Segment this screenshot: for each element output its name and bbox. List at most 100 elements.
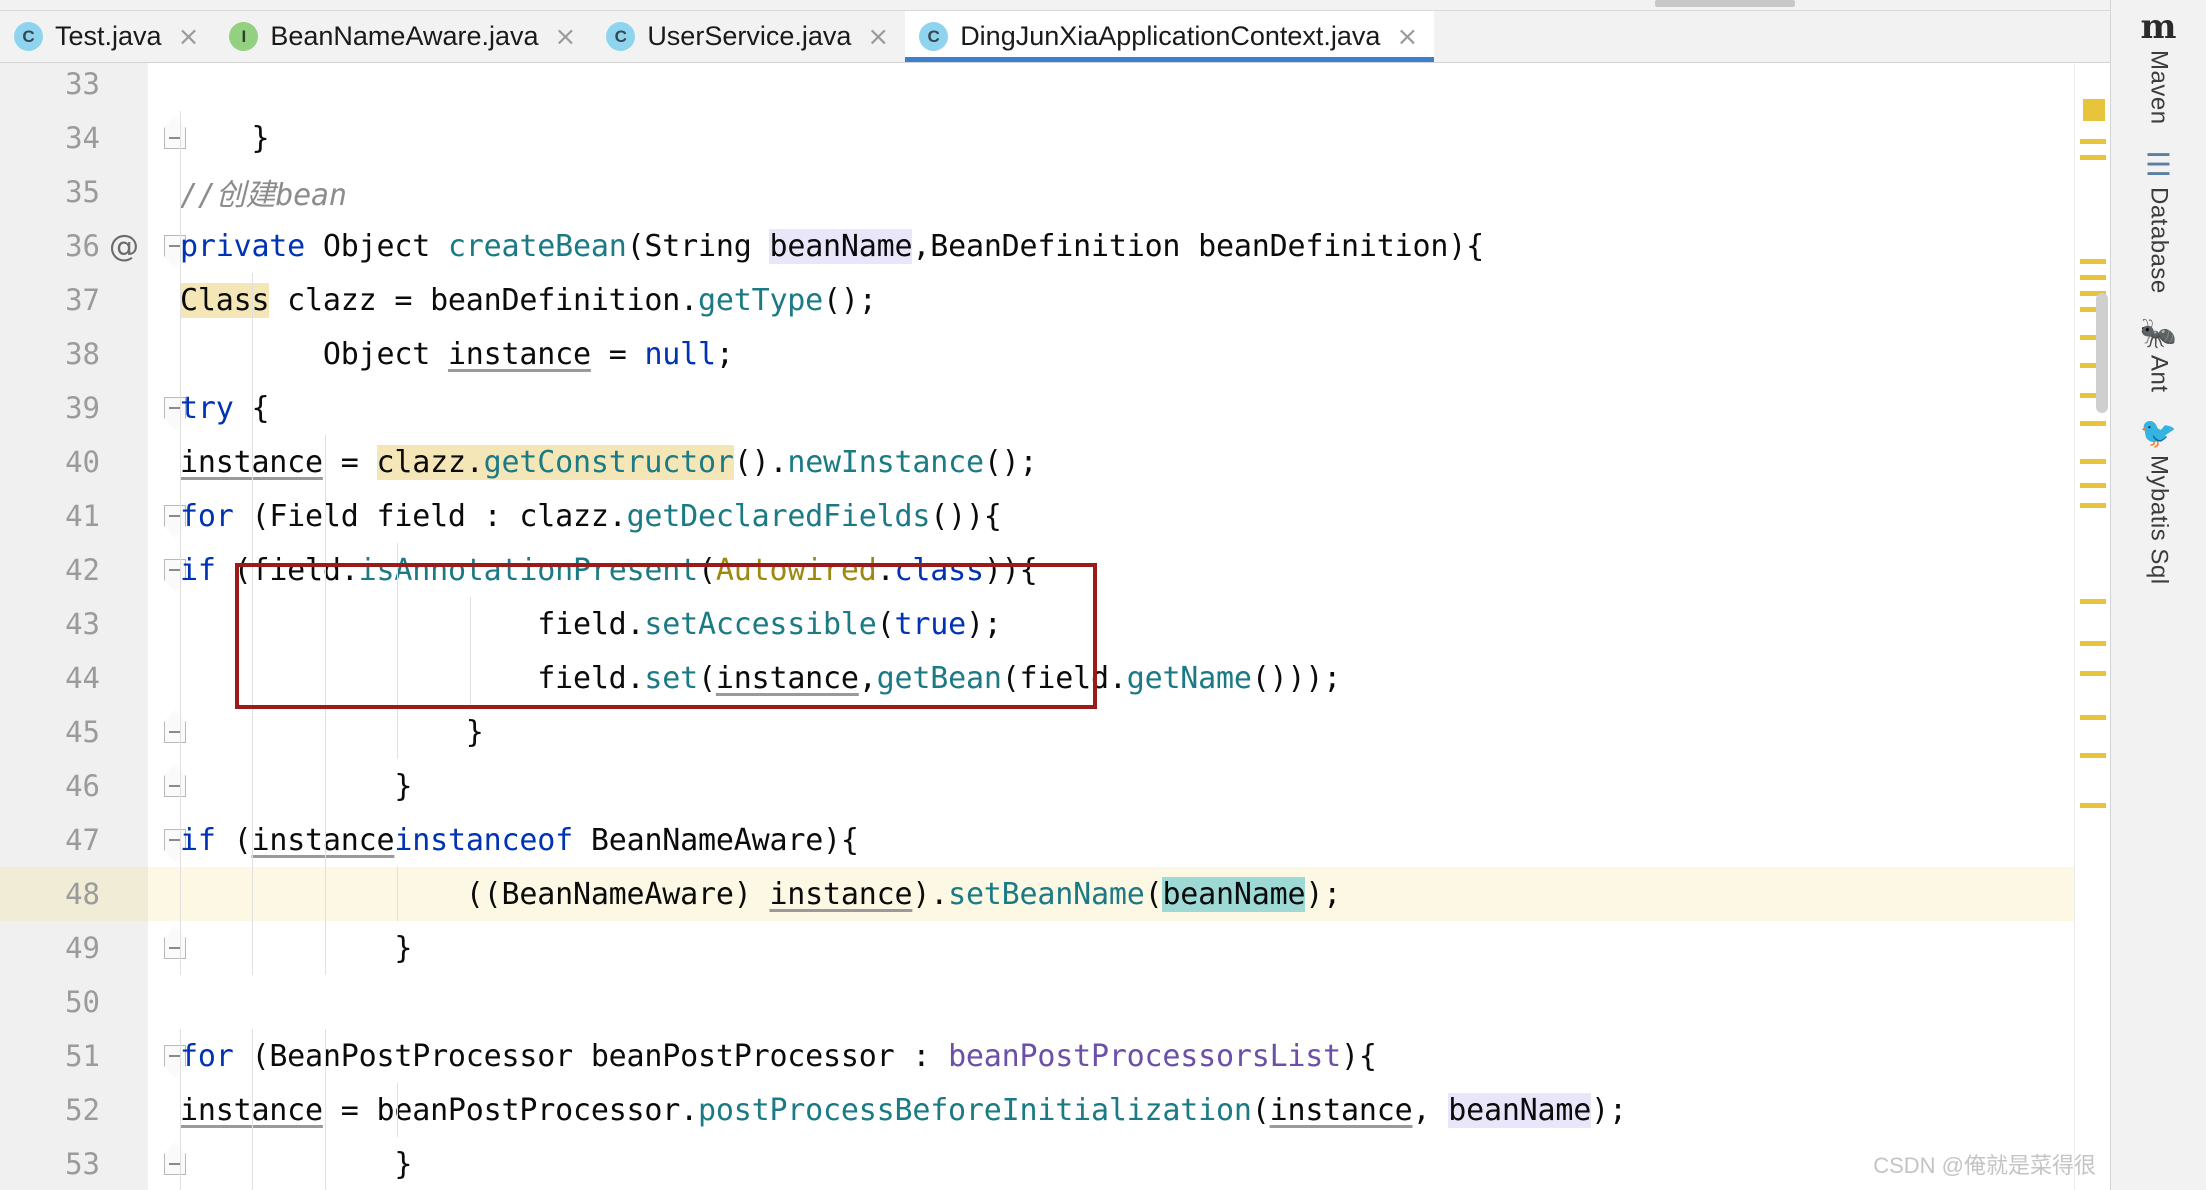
stripe-mark[interactable] [2080,599,2106,604]
editor-tab-userservice-java[interactable]: C UserService.java × [592,11,905,62]
line-number: 38 [65,337,100,371]
code-line[interactable]: 39 try { [0,381,2110,435]
indent-guide [252,759,254,813]
line-number: 41 [65,499,100,533]
stripe-mark[interactable] [2080,671,2106,676]
maven-icon: m [2140,7,2177,47]
stripe-warning-box[interactable] [2083,99,2105,121]
ant-icon: 🐜 [2139,317,2178,351]
close-icon[interactable]: × [555,24,577,50]
code-text: if (instance instanceof BeanNameAware){ [180,822,859,858]
code-line[interactable]: 51 for (BeanPostProcessor beanPostProces… [0,1029,2110,1083]
indent-guide [324,543,326,597]
window-top-strip [0,0,2206,11]
code-line[interactable]: 33 [0,63,2110,111]
code-line[interactable]: 41 for (Field field : clazz. getDeclaredF… [0,489,2110,543]
editor-tab-beannameaware-java[interactable]: I BeanNameAware.java × [215,11,592,62]
stripe-mark[interactable] [2080,155,2106,160]
code-line[interactable]: 45 } [0,705,2110,759]
code-line[interactable]: 35 //创建bean [0,165,2110,219]
code-editor[interactable]: 33 34 } 35 //创建bean 36 @ private Object crea… [0,63,2110,1190]
annotation-marker-icon[interactable]: @ [104,219,144,273]
indent-guide [324,1029,326,1083]
stripe-mark[interactable] [2080,483,2106,488]
indent-guide [180,219,181,273]
indent-guide [180,705,181,759]
indent-guide [252,867,254,921]
code-line[interactable]: 47 if (instance instanceof BeanNameAware… [0,813,2110,867]
code-line[interactable]: 50 [0,975,2110,1029]
indent-guide [252,327,254,381]
code-text: field. setAccessible(true); [180,606,1002,642]
line-number: 51 [65,1039,100,1073]
indent-guide [397,651,399,705]
editor-tab-label: Test.java [55,21,162,51]
indent-guide [180,165,181,219]
code-line[interactable]: 46 } [0,759,2110,813]
code-line[interactable]: 44 field. set(instance, getBean (field. getN… [0,651,2110,705]
code-text: ((BeanNameAware) instance). setBeanName(b… [180,876,1342,912]
toolbar-handle[interactable] [1655,0,1795,7]
code-line[interactable]: 43 field. setAccessible(true); [0,597,2110,651]
editor-scrollbar-thumb[interactable] [2096,293,2108,413]
tool-window-label: Mybatis Sql [2145,454,2173,585]
code-line[interactable]: 37 Class clazz = beanDefinition. getType(… [0,273,2110,327]
code-line[interactable]: 53 } [0,1137,2110,1190]
markup-stripe[interactable] [2074,63,2110,1190]
indent-guide [397,543,399,597]
stripe-mark[interactable] [2080,641,2106,646]
tool-window-button-maven[interactable]: m Maven [2111,10,2206,125]
line-number: 47 [65,823,100,857]
indent-guide [252,381,254,435]
indent-guide [324,489,326,543]
tool-window-label: Database [2145,186,2173,294]
stripe-mark[interactable] [2080,139,2106,144]
editor-tab-dingjunxiaapplicationcontext-java[interactable]: C DingJunXiaApplicationContext.java × [905,11,1435,62]
code-line[interactable]: 48 ((BeanNameAware) instance). setBeanNam… [0,867,2110,921]
close-icon[interactable]: × [1396,24,1418,50]
stripe-mark[interactable] [2080,259,2106,264]
close-icon[interactable]: × [867,24,889,50]
line-number: 45 [65,715,100,749]
stripe-mark[interactable] [2080,275,2106,280]
mybatis-icon: 🐦 [2139,416,2178,450]
editor-tab-label: UserService.java [647,21,852,51]
code-line[interactable]: 36 @ private Object createBean (String bea… [0,219,2110,273]
close-icon[interactable]: × [178,24,200,50]
stripe-mark[interactable] [2080,803,2106,808]
stripe-mark[interactable] [2080,753,2106,758]
code-line[interactable]: 49 } [0,921,2110,975]
indent-guide [324,705,326,759]
indent-guide [180,651,181,705]
indent-guide [252,705,254,759]
stripe-mark[interactable] [2080,459,2106,464]
line-number: 33 [65,67,100,101]
tool-window-label: Maven [2145,50,2173,125]
code-text: //创建bean [180,178,347,213]
line-number: 49 [65,931,100,965]
code-line[interactable]: 52 instance = beanPostProcessor. postProc… [0,1083,2110,1137]
code-text: } [180,714,484,750]
indent-guide [252,435,254,489]
stripe-mark[interactable] [2080,715,2106,720]
indent-guide [252,543,254,597]
tool-window-button-database[interactable]: ☰ Database [2111,150,2206,294]
indent-guide [180,813,181,867]
tool-window-button-ant[interactable]: 🐜 Ant [2111,319,2206,393]
editor-tab-label: BeanNameAware.java [270,21,539,51]
java-interface-icon: I [229,22,259,51]
stripe-mark[interactable] [2080,503,2106,508]
editor-tab-test-java[interactable]: C Test.java × [0,11,215,62]
tool-window-button-mybatis-sql[interactable]: 🐦 Mybatis Sql [2111,416,2206,585]
java-class-icon: C [606,22,636,51]
java-class-icon: C [919,22,949,51]
code-text: } [180,1146,413,1182]
code-line[interactable]: 38 Object instance = null; [0,327,2110,381]
stripe-mark[interactable] [2080,421,2106,426]
code-line[interactable]: 40 instance = clazz.getConstructor (). new… [0,435,2110,489]
indent-guide [324,435,326,489]
indent-guide [252,273,254,327]
code-line[interactable]: 42 if (field. isAnnotationPresent(Autowir… [0,543,2110,597]
code-line[interactable]: 34 } [0,111,2110,165]
indent-guide [324,597,326,651]
